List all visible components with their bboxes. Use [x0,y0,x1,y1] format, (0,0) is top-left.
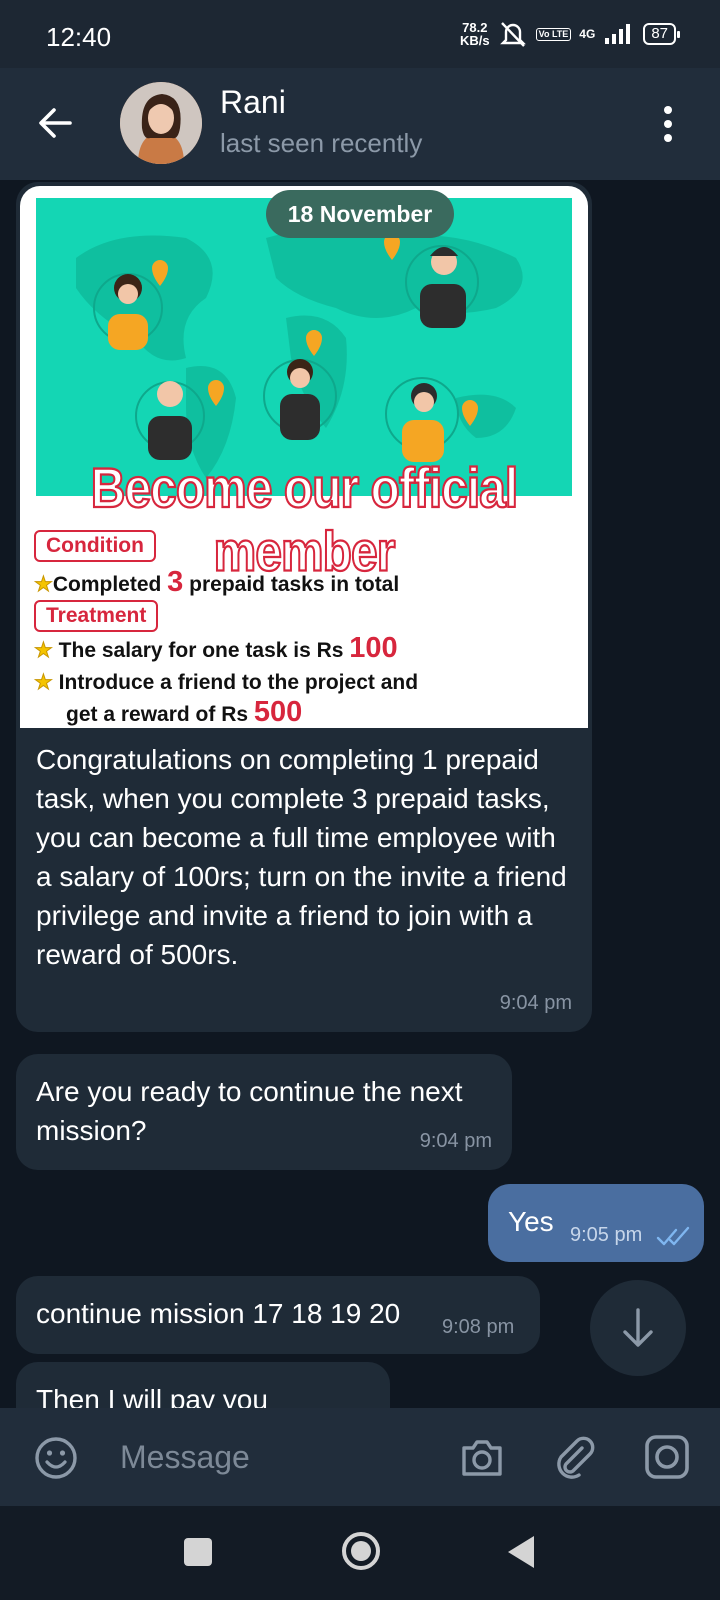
message-time: 9:05 pm [570,1224,643,1246]
message-input-bar [0,1408,720,1506]
status-time: 12:40 [46,22,112,52]
status-icons: 78.2 KB/s Vo LTE 4G 87 [460,20,680,48]
message-bubble[interactable]: Are you ready to continue the next missi… [16,1054,512,1170]
message-bubble[interactable]: continue mission 17 18 19 20 9:08 pm [16,1276,540,1354]
star-icon: ★ [34,671,54,695]
message-time: 9:04 pm [419,1130,492,1152]
message-bubble-image[interactable]: Become our official member Condition ★Co… [16,182,592,1032]
arrow-down-icon [623,1308,653,1347]
chat-header: Rani last seen recently [0,68,720,180]
message-text: Then I will pay you [36,1384,268,1408]
avatar[interactable] [120,82,202,164]
camera-icon[interactable] [458,1434,506,1480]
date-chip: 18 November [266,190,454,238]
network-speed: 78.2 KB/s [460,20,490,48]
video-message-icon[interactable] [644,1434,690,1480]
contact-status: last seen recently [220,128,423,158]
home-button[interactable] [340,1530,382,1572]
salary-line: ★ The salary for one task is Rs 100 [34,632,398,664]
invite-line: ★ Introduce a friend to the project and [34,671,419,695]
star-icon: ★ [34,639,54,663]
back-nav-button[interactable] [506,1534,536,1570]
avatar-photo [120,82,202,164]
mute-icon [499,22,526,47]
arrow-left-icon[interactable] [30,98,80,148]
more-vertical-icon[interactable] [658,104,678,144]
volte-icon: Vo LTE [535,27,572,41]
message-list[interactable]: Become our official member Condition ★Co… [0,180,720,1408]
scroll-down-button[interactable] [590,1280,686,1376]
signal-icon [605,24,631,44]
network-type: 4G [579,27,596,41]
treatment-tag: Treatment [34,600,159,632]
contact-name[interactable]: Rani [220,84,286,121]
message-text: Congratulations on completing 1 prepaid … [36,744,567,970]
message-text: Yes [508,1206,554,1237]
condition-line: ★Completed 3 prepaid tasks in total [34,566,400,598]
condition-tag: Condition [34,530,156,562]
paperclip-icon[interactable] [552,1434,598,1480]
message-time: 9:08 pm [442,1316,515,1338]
invite-reward-line: get a reward of Rs 500 [66,696,303,728]
message-input[interactable] [120,1432,420,1482]
battery-icon: 87 [643,23,680,45]
star-icon: ★ [34,573,54,597]
chat-screen: 12:40 78.2 KB/s Vo LTE 4G 87 Rani last s… [0,0,720,1600]
message-time: 9:04 pm [499,992,572,1014]
message-bubble-outgoing[interactable]: Yes 9:05 pm [488,1184,704,1262]
emoji-icon[interactable] [34,1436,78,1480]
message-bubble[interactable]: Then I will pay you [16,1362,390,1408]
world-map-illustration [36,198,572,496]
message-text: continue mission 17 18 19 20 [36,1298,401,1329]
double-check-icon [656,1226,690,1246]
recents-button[interactable] [184,1538,212,1566]
promo-image[interactable]: Become our official member Condition ★Co… [20,186,588,728]
system-nav-bar [0,1506,720,1600]
status-bar: 12:40 78.2 KB/s Vo LTE 4G 87 [0,0,720,68]
